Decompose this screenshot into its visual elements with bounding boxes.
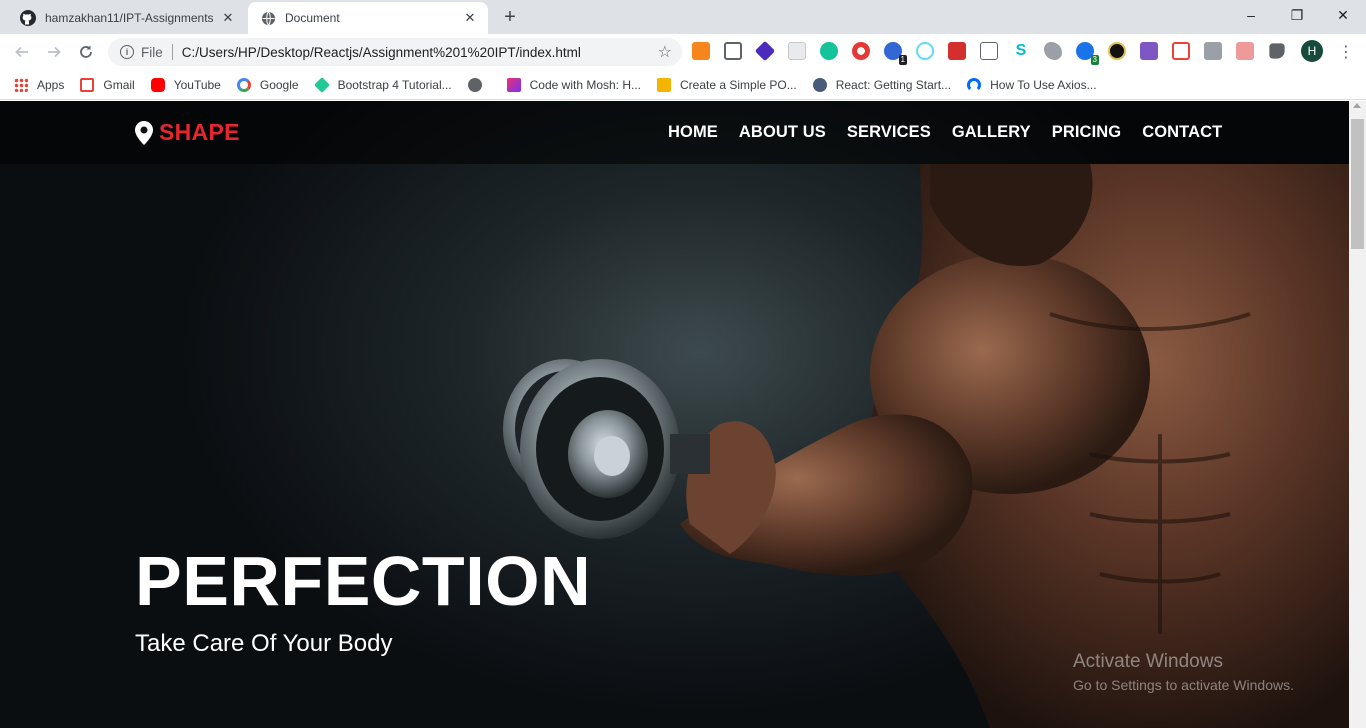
- bootstrap-icon: [313, 76, 330, 93]
- scroll-up-arrow-icon[interactable]: [1353, 103, 1361, 108]
- bookmark-globe[interactable]: [467, 77, 491, 92]
- rocket-icon[interactable]: [1236, 42, 1254, 60]
- url-text[interactable]: C:/Users/HP/Desktop/Reactjs/Assignment%2…: [182, 45, 658, 60]
- gear-extension-icon[interactable]: 3: [1076, 42, 1099, 65]
- site-logo[interactable]: SHAPE: [135, 119, 240, 146]
- youtube-icon: [150, 77, 165, 92]
- apps-grid-icon: [14, 77, 28, 92]
- address-bar[interactable]: i File C:/Users/HP/Desktop/Reactjs/Assig…: [108, 38, 682, 66]
- s-extension-icon[interactable]: S: [1012, 42, 1030, 60]
- back-arrow-icon[interactable]: [10, 40, 34, 64]
- bookmark-label: YouTube: [173, 77, 221, 92]
- nav-gallery[interactable]: GALLERY: [952, 123, 1031, 142]
- dumbbell-graphic: [503, 359, 710, 539]
- wallet-icon[interactable]: [1108, 42, 1126, 60]
- hero-subtitle: Take Care Of Your Body: [135, 630, 393, 657]
- pokeball-icon[interactable]: [852, 42, 870, 60]
- nav-home[interactable]: HOME: [668, 123, 718, 142]
- nav-about-us[interactable]: ABOUT US: [739, 123, 826, 142]
- close-window-button[interactable]: ✕: [1320, 0, 1366, 30]
- digitalocean-icon: [967, 77, 982, 92]
- tab-title: Document: [285, 11, 340, 25]
- activate-windows-watermark: Activate Windows: [1073, 651, 1223, 672]
- tab-github[interactable]: hamzakhan11/IPT-Assignments ✕: [8, 2, 246, 34]
- bookmarks-bar: Apps Gmail YouTube Google Bootstrap 4 Tu…: [0, 70, 1366, 100]
- url-scheme: File: [141, 44, 163, 60]
- metamask-icon[interactable]: [692, 42, 710, 60]
- bookmark-label: Apps: [37, 77, 65, 92]
- globe-icon: [260, 10, 276, 26]
- scrollbar-thumb[interactable]: [1351, 119, 1364, 249]
- ethereum-icon[interactable]: [754, 40, 776, 62]
- pdf-icon[interactable]: [948, 42, 966, 60]
- close-icon[interactable]: ✕: [462, 10, 478, 26]
- bookmark-gmail[interactable]: Gmail: [80, 77, 135, 92]
- bookmark-label: React: Getting Start...: [835, 77, 952, 92]
- bookmark-apps[interactable]: Apps: [14, 77, 65, 92]
- menu-icon[interactable]: ⋮: [1336, 40, 1356, 64]
- brand-name: SHAPE: [159, 119, 240, 145]
- gmail-checker-icon[interactable]: [1172, 42, 1190, 60]
- grammarly-icon[interactable]: [820, 42, 838, 60]
- badge: 1: [898, 55, 907, 65]
- minimize-button[interactable]: –: [1228, 0, 1274, 30]
- badge: 3: [1090, 55, 1099, 65]
- nav-services[interactable]: SERVICES: [847, 123, 931, 142]
- nav-pricing[interactable]: PRICING: [1052, 123, 1121, 142]
- reload-icon[interactable]: [74, 40, 98, 64]
- bookmark-label: Bootstrap 4 Tutorial...: [337, 77, 452, 92]
- page-scrollbar[interactable]: [1349, 101, 1366, 728]
- bookmark-star-icon[interactable]: ☆: [658, 42, 672, 62]
- restore-button[interactable]: ❐: [1274, 0, 1320, 30]
- web-page: SHAPE HOME ABOUT US SERVICES GALLERY PRI…: [0, 101, 1349, 728]
- stackify-icon: [657, 77, 671, 92]
- bookmark-stackify[interactable]: Create a Simple PO...: [657, 77, 797, 92]
- activate-windows-hint: Go to Settings to activate Windows.: [1073, 677, 1294, 693]
- screenshot-icon[interactable]: [724, 42, 742, 60]
- site-navbar: SHAPE HOME ABOUT US SERVICES GALLERY PRI…: [0, 101, 1349, 164]
- close-icon[interactable]: ✕: [220, 10, 236, 26]
- mail-icon[interactable]: [980, 42, 998, 60]
- bookmark-google[interactable]: Google: [236, 77, 299, 92]
- react-devtools-icon[interactable]: [916, 42, 934, 60]
- download-icon[interactable]: [1204, 42, 1222, 60]
- bookmark-label: Create a Simple PO...: [680, 77, 797, 92]
- profile-avatar[interactable]: H: [1301, 40, 1323, 62]
- location-pin-icon: [135, 120, 153, 145]
- link-extension-icon[interactable]: 1: [884, 42, 907, 65]
- google-icon: [236, 77, 251, 92]
- extensions-area: 1 S 3: [692, 40, 1300, 65]
- browser-toolbar: i File C:/Users/HP/Desktop/Reactjs/Assig…: [0, 34, 1366, 70]
- datacamp-icon: [812, 77, 827, 92]
- bookmark-youtube[interactable]: YouTube: [150, 77, 221, 92]
- extensions-puzzle-icon[interactable]: [1269, 43, 1285, 59]
- nav-contact[interactable]: CONTACT: [1142, 123, 1222, 142]
- new-tab-button[interactable]: +: [498, 5, 522, 29]
- main-nav: HOME ABOUT US SERVICES GALLERY PRICING C…: [668, 123, 1243, 142]
- github-icon: [20, 10, 36, 26]
- bookmark-label: Gmail: [103, 77, 135, 92]
- hero-title: PERFECTION: [135, 542, 592, 620]
- info-icon[interactable]: i: [120, 45, 134, 59]
- tab-title: hamzakhan11/IPT-Assignments: [45, 11, 214, 25]
- bookmark-label: Code with Mosh: H...: [529, 77, 641, 92]
- tab-document[interactable]: Document ✕: [248, 2, 488, 34]
- bookmark-digitalocean[interactable]: How To Use Axios...: [967, 77, 1097, 92]
- grey-extension-icon[interactable]: [788, 42, 806, 60]
- divider: [171, 44, 173, 60]
- globe-icon: [467, 77, 482, 92]
- hero-athlete-image: [503, 164, 1349, 728]
- gmail-icon: [80, 77, 95, 92]
- puzzle-shape-icon[interactable]: [1044, 42, 1062, 60]
- purple-s-icon[interactable]: [1140, 42, 1158, 60]
- forward-arrow-icon[interactable]: [42, 40, 66, 64]
- bookmark-label: Google: [259, 77, 299, 92]
- bookmark-mosh[interactable]: Code with Mosh: H...: [506, 77, 641, 92]
- tab-strip: hamzakhan11/IPT-Assignments ✕ Document ✕…: [0, 0, 1366, 34]
- bookmark-datacamp[interactable]: React: Getting Start...: [812, 77, 952, 92]
- mosh-icon: [506, 77, 521, 92]
- bookmark-label: How To Use Axios...: [990, 77, 1097, 92]
- bookmark-bootstrap[interactable]: Bootstrap 4 Tutorial...: [313, 76, 452, 93]
